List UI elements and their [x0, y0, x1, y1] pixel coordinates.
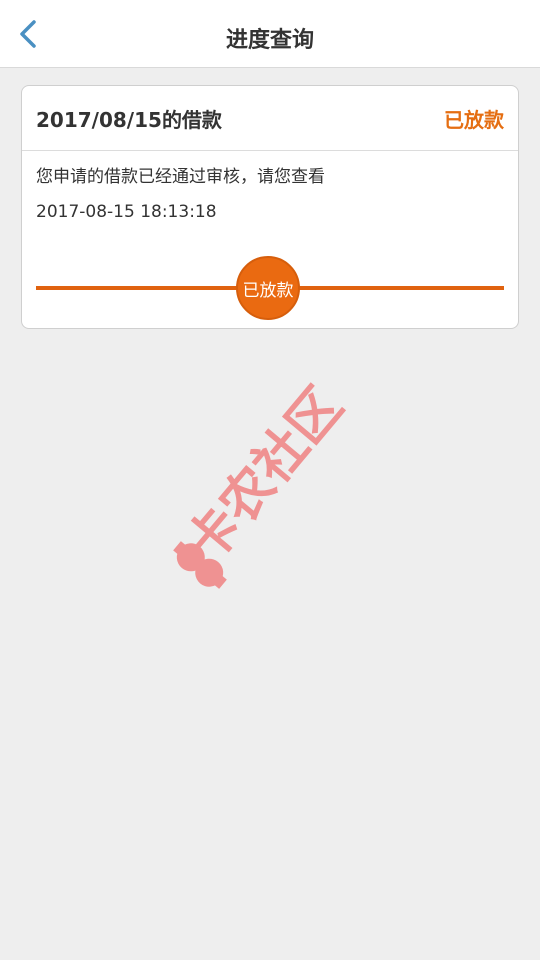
card-header: 2017/08/15的借款 已放款	[22, 86, 518, 151]
loan-title: 2017/08/15的借款	[36, 108, 222, 132]
svg-text:卡农社区: 卡农社区	[175, 377, 355, 575]
status-timestamp: 2017-08-15 18:13:18	[36, 202, 217, 222]
loan-progress-card: 2017/08/15的借款 已放款 您申请的借款已经通过审核，请您查看 2017…	[21, 85, 519, 329]
watermark-logo: 卡农社区	[160, 350, 380, 610]
status-message: 您申请的借款已经通过审核，请您查看	[36, 167, 325, 187]
progress-node: 已放款	[236, 256, 300, 320]
top-bar: 进度查询	[0, 0, 540, 68]
status-badge: 已放款	[444, 108, 504, 132]
progress-node-label: 已放款	[242, 280, 294, 301]
page-title: 进度查询	[225, 28, 314, 53]
